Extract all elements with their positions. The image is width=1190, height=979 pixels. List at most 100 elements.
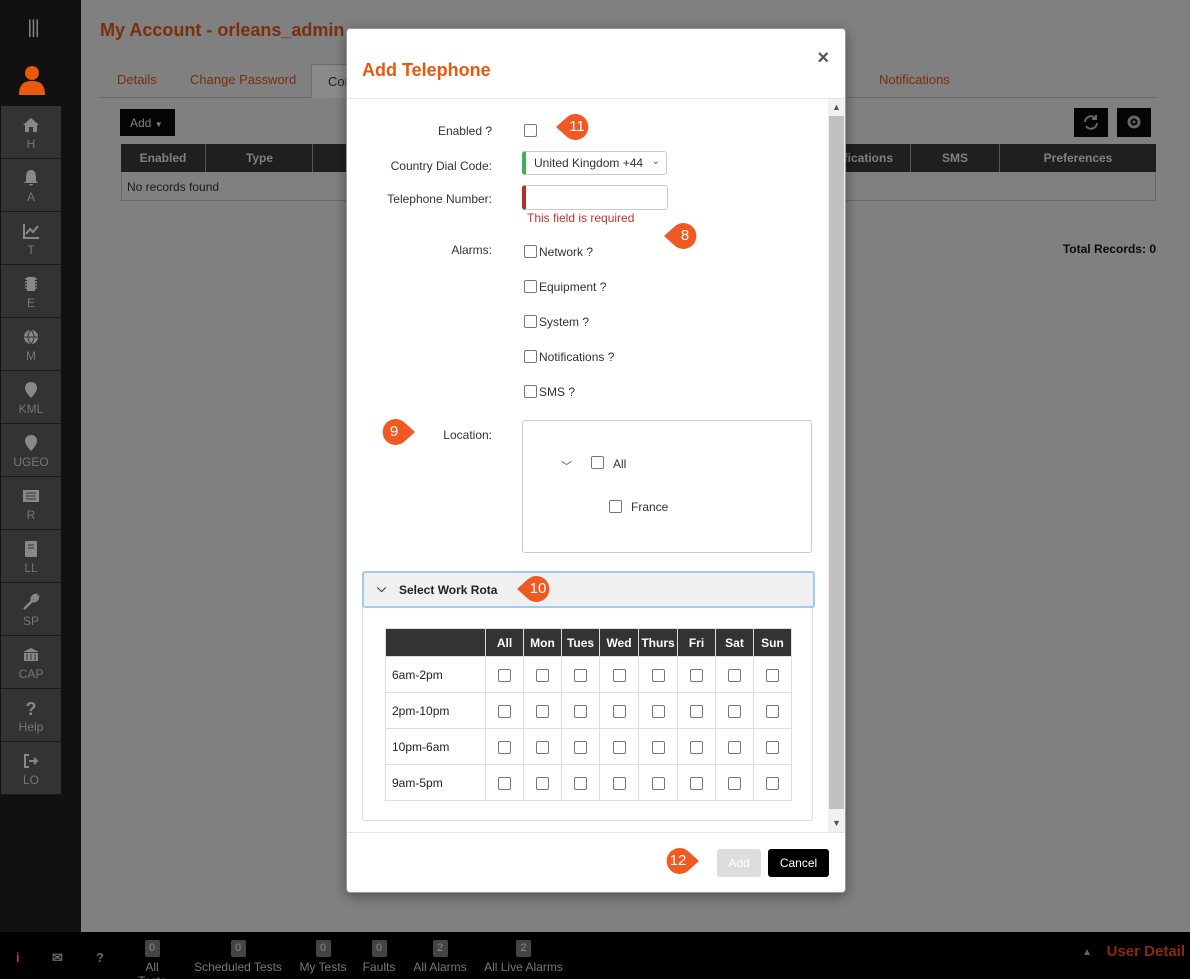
refresh-icon bbox=[1084, 115, 1098, 130]
settings-button[interactable] bbox=[1117, 108, 1151, 137]
rota-checkbox[interactable] bbox=[728, 776, 741, 790]
bottom-item-faults[interactable]: 0 Faults bbox=[361, 940, 397, 974]
sidebar-item-help[interactable]: ? Help bbox=[1, 689, 61, 742]
rota-checkbox[interactable] bbox=[536, 668, 549, 682]
refresh-button[interactable] bbox=[1074, 108, 1108, 137]
close-icon[interactable]: × bbox=[817, 47, 829, 70]
rota-checkbox[interactable] bbox=[651, 704, 665, 718]
tab-notifications[interactable]: Notifications bbox=[879, 72, 950, 87]
rota-checkbox[interactable] bbox=[574, 704, 587, 718]
sidebar-item-r[interactable]: R bbox=[1, 477, 61, 530]
enabled-label: Enabled ? bbox=[437, 124, 492, 138]
rota-checkbox[interactable] bbox=[536, 740, 549, 754]
telephone-number-input[interactable] bbox=[522, 185, 668, 210]
rota-checkbox[interactable] bbox=[574, 668, 587, 682]
tab-details[interactable]: Details bbox=[117, 72, 157, 87]
rota-checkbox[interactable] bbox=[612, 668, 626, 682]
bottom-item-all-live-alarms[interactable]: 2 All Live Alarms bbox=[483, 940, 564, 974]
user-icon[interactable] bbox=[18, 64, 46, 96]
add-button[interactable]: Add bbox=[717, 849, 761, 877]
bottom-item-all-tests[interactable]: 0 All Tests bbox=[130, 940, 174, 979]
tab-change-password[interactable]: Change Password bbox=[190, 72, 296, 87]
scrollbar-thumb[interactable] bbox=[829, 116, 844, 809]
column-header[interactable]: SMS bbox=[911, 144, 1000, 172]
bottom-item-all-alarms[interactable]: 2 All Alarms bbox=[412, 940, 468, 974]
rota-checkbox[interactable] bbox=[498, 704, 511, 718]
rota-checkbox[interactable] bbox=[574, 776, 587, 790]
rota-cell bbox=[485, 764, 524, 801]
alarm-network-checkbox[interactable] bbox=[524, 245, 537, 258]
rota-checkbox[interactable] bbox=[536, 704, 549, 718]
rota-checkbox[interactable] bbox=[766, 776, 779, 790]
scroll-down-icon[interactable]: ▼ bbox=[828, 815, 845, 832]
column-header[interactable]: Preferences bbox=[1000, 144, 1156, 172]
rota-checkbox[interactable] bbox=[690, 668, 703, 682]
sidebar-item-h[interactable]: H bbox=[1, 106, 61, 159]
rota-checkbox[interactable] bbox=[612, 704, 626, 718]
count-badge: 2 bbox=[432, 940, 448, 957]
rota-checkbox[interactable] bbox=[766, 740, 779, 754]
cancel-button[interactable]: Cancel bbox=[768, 849, 829, 877]
rota-checkbox[interactable] bbox=[690, 704, 703, 718]
rota-checkbox[interactable] bbox=[498, 776, 511, 790]
sidebar-item-cap[interactable]: CAP bbox=[1, 636, 61, 689]
bottom-item-my-tests[interactable]: 0 My Tests bbox=[299, 940, 347, 974]
rota-checkbox[interactable] bbox=[498, 740, 511, 754]
sidebar-item-t[interactable]: T bbox=[1, 212, 61, 265]
rota-checkbox[interactable] bbox=[728, 704, 741, 718]
sidebar-item-e[interactable]: E bbox=[1, 265, 61, 318]
caret-up-icon[interactable]: ▲ bbox=[1082, 947, 1092, 958]
rota-checkbox[interactable] bbox=[651, 740, 665, 754]
rota-checkbox[interactable] bbox=[690, 740, 703, 754]
question-icon: ? bbox=[26, 699, 37, 718]
rota-checkbox[interactable] bbox=[536, 776, 549, 790]
rota-cell bbox=[638, 656, 678, 693]
country-dial-code-select[interactable]: United Kingdom +44 ⌄ bbox=[522, 151, 667, 175]
location-all-checkbox[interactable] bbox=[591, 456, 604, 469]
alarm-sms-checkbox[interactable] bbox=[524, 385, 537, 398]
scroll-up-icon[interactable]: ▲ bbox=[828, 99, 845, 116]
user-detail-link[interactable]: User Detail bbox=[1107, 943, 1185, 960]
alarms-label: Alarms: bbox=[451, 243, 492, 257]
info-icon[interactable]: i bbox=[16, 950, 20, 965]
rota-checkbox[interactable] bbox=[498, 668, 511, 682]
alarm-notifications-checkbox[interactable] bbox=[524, 350, 537, 363]
mail-icon[interactable]: ✉ bbox=[52, 950, 63, 966]
rota-checkbox[interactable] bbox=[651, 776, 665, 790]
rota-checkbox[interactable] bbox=[612, 776, 626, 790]
alarm-system-checkbox[interactable] bbox=[524, 315, 537, 328]
enabled-checkbox[interactable] bbox=[524, 124, 537, 137]
add-dropdown-button[interactable]: Add ▼ bbox=[120, 109, 175, 136]
question-icon[interactable]: ? bbox=[96, 950, 104, 965]
location-france-checkbox[interactable] bbox=[609, 500, 622, 513]
sidebar-item-ugeo[interactable]: UGEO bbox=[1, 424, 61, 477]
sidebar-item-m[interactable]: M bbox=[1, 318, 61, 371]
sidebar-item-ll[interactable]: LL bbox=[1, 530, 61, 583]
column-header[interactable]: Enabled bbox=[121, 144, 206, 172]
sidebar-item-a[interactable]: A bbox=[1, 159, 61, 212]
sidebar-item-sp[interactable]: SP bbox=[1, 583, 61, 636]
alarm-network-label: Network ? bbox=[539, 245, 594, 259]
alarm-equipment-checkbox[interactable] bbox=[524, 280, 537, 293]
rota-checkbox[interactable] bbox=[728, 740, 741, 754]
rota-checkbox[interactable] bbox=[690, 776, 703, 790]
rota-checkbox[interactable] bbox=[728, 668, 741, 682]
divider bbox=[347, 832, 845, 833]
rota-shift-label: 10pm-6am bbox=[385, 728, 486, 765]
rota-checkbox[interactable] bbox=[766, 704, 779, 718]
rota-cell bbox=[523, 692, 562, 729]
column-header[interactable]: Type bbox=[207, 144, 313, 172]
book-icon bbox=[25, 541, 37, 557]
rota-checkbox[interactable] bbox=[574, 740, 587, 754]
sidebar-item-label: KML bbox=[18, 402, 44, 416]
rota-checkbox[interactable] bbox=[651, 668, 665, 682]
rota-checkbox[interactable] bbox=[766, 668, 779, 682]
modal-scrollbar[interactable]: ▲ ▼ bbox=[828, 99, 845, 832]
sidebar-item-kml[interactable]: KML bbox=[1, 371, 61, 424]
sidebar-item-lo[interactable]: LO bbox=[1, 742, 61, 795]
bottom-item-scheduled-tests[interactable]: 0 Scheduled Tests bbox=[192, 940, 284, 974]
menu-icon[interactable]: ||| bbox=[22, 16, 44, 38]
chevron-down-icon[interactable]: ﹀ bbox=[561, 458, 572, 474]
work-rota-header[interactable]: ⌵ Select Work Rota bbox=[362, 571, 815, 608]
rota-checkbox[interactable] bbox=[612, 740, 626, 754]
